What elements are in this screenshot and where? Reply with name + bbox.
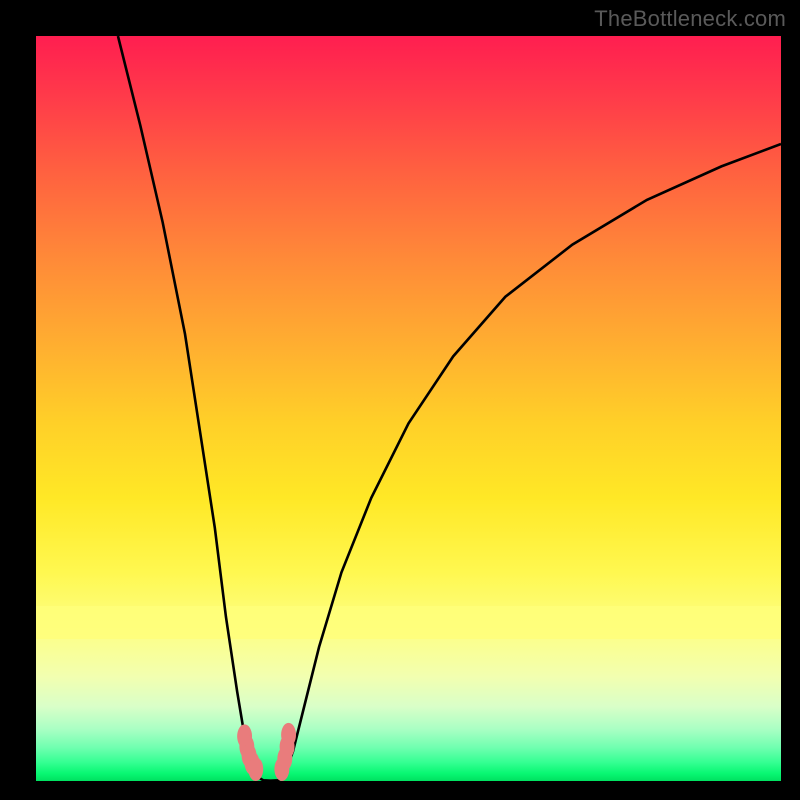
chart-frame: TheBottleneck.com bbox=[0, 0, 800, 800]
bottleneck-curve bbox=[36, 36, 781, 781]
optimal-marker bbox=[248, 757, 263, 781]
optimal-band-markers bbox=[237, 723, 296, 781]
left-branch-path bbox=[118, 36, 258, 777]
watermark-label: TheBottleneck.com bbox=[594, 6, 786, 32]
optimal-marker bbox=[281, 723, 296, 747]
plot-area bbox=[36, 36, 781, 781]
right-branch-path bbox=[283, 144, 781, 777]
